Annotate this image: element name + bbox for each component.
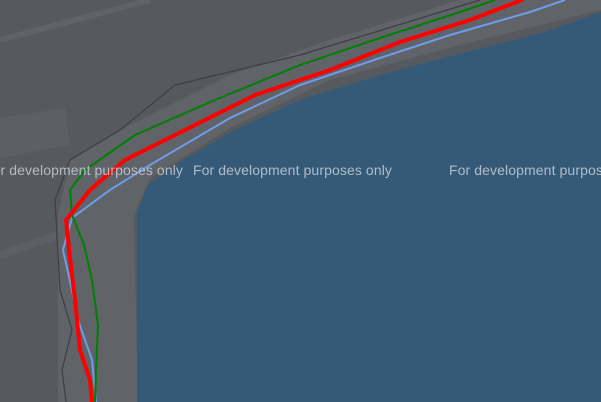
map-canvas[interactable]: For development purposes only For develo… bbox=[0, 0, 601, 402]
map-svg bbox=[0, 0, 601, 402]
